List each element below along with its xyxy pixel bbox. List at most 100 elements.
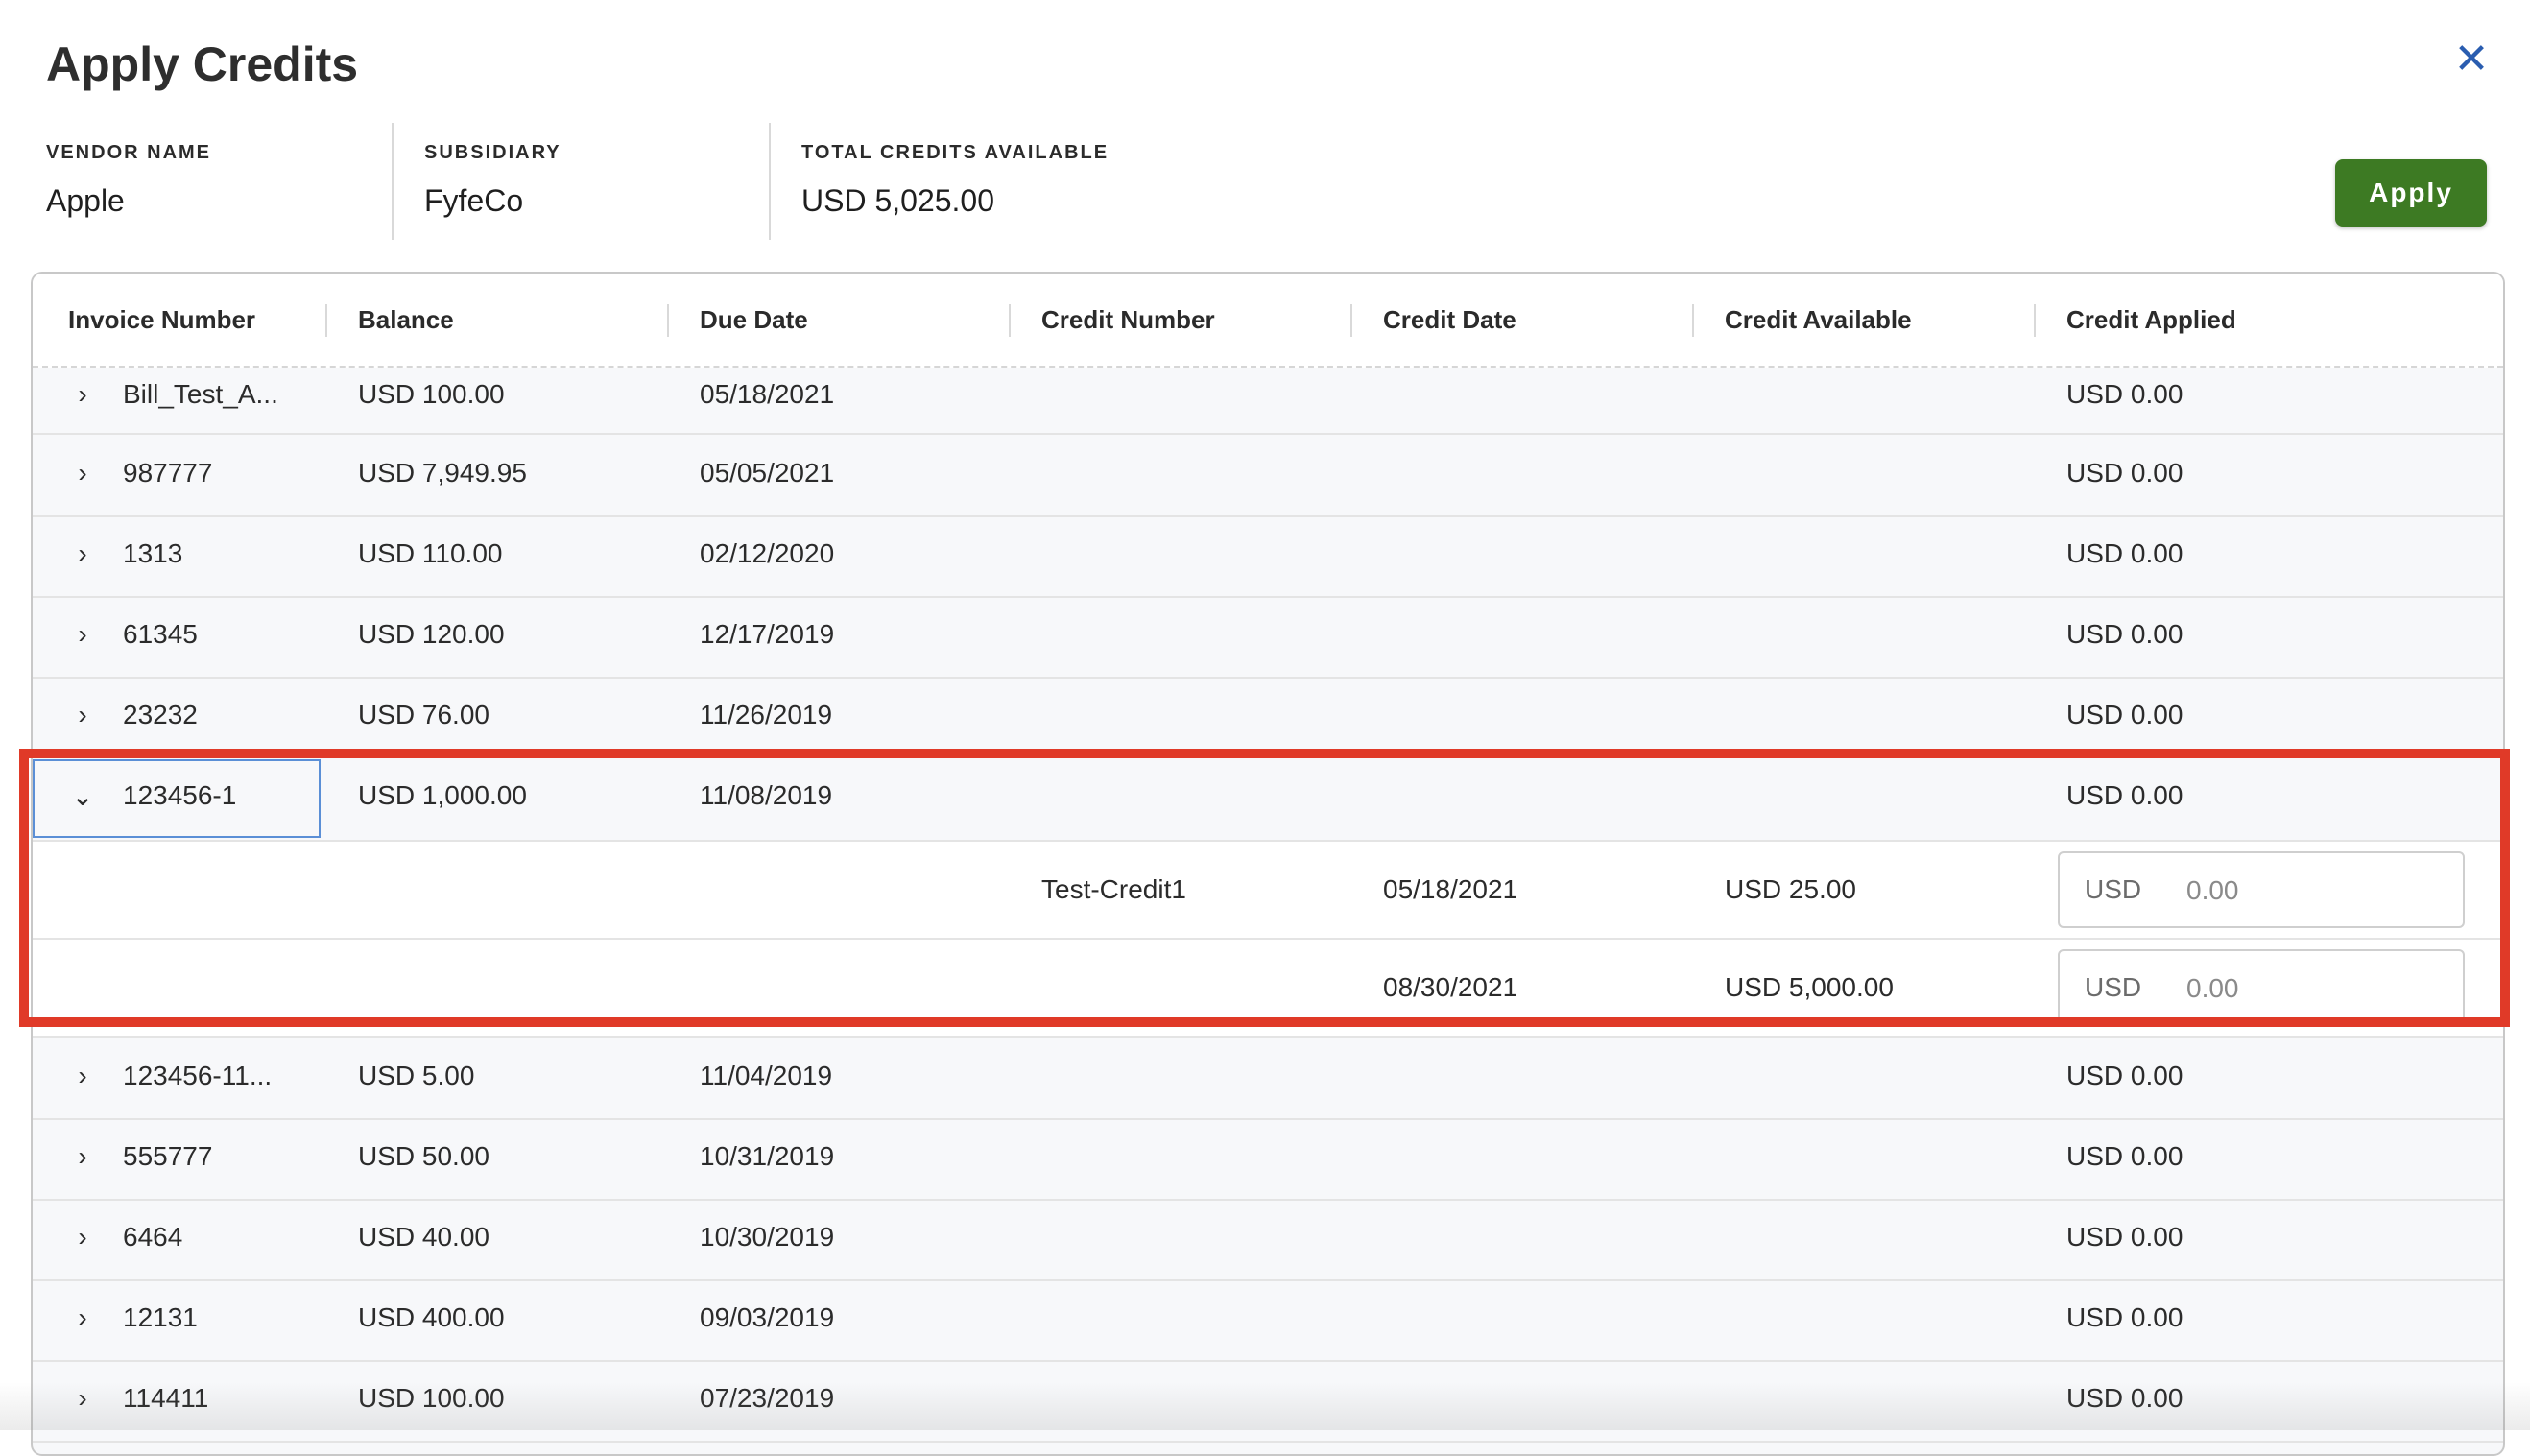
due-date: 07/23/2019: [700, 1383, 835, 1413]
balance: USD 110.00: [358, 538, 503, 568]
invoice-number: 1313: [123, 538, 183, 568]
credit-available: USD 5,000.00: [1725, 972, 1894, 1002]
subsidiary-info: SUBSIDIARY FyfeCo: [392, 123, 789, 240]
invoice-number: 123456-1: [123, 780, 237, 810]
balance: USD 1,000.00: [358, 780, 527, 810]
invoice-number: 12131: [123, 1302, 198, 1332]
column-header[interactable]: Credit Applied: [2034, 274, 2236, 366]
chevron-right-icon[interactable]: ›: [65, 1141, 100, 1176]
column-header[interactable]: Balance: [325, 274, 454, 366]
table-row[interactable]: › 123456-11... USD 5.00 11/04/2019 USD 0…: [33, 1038, 2503, 1120]
column-header[interactable]: Due Date: [667, 274, 808, 366]
credit-applied: USD 0.00: [2066, 619, 2184, 649]
table-row[interactable]: › 1313 USD 110.00 02/12/2020 USD 0.00: [33, 515, 2503, 598]
chevron-down-icon[interactable]: ⌄: [65, 780, 100, 815]
column-header[interactable]: Credit Number: [1009, 274, 1215, 366]
chevron-right-icon[interactable]: ›: [65, 538, 100, 573]
vendor-info: VENDOR NAME Apple: [46, 123, 382, 240]
table-row[interactable]: › 987777 USD 7,949.95 05/05/2021 USD 0.0…: [33, 435, 2503, 517]
chevron-right-icon[interactable]: ›: [65, 1302, 100, 1337]
apply-button[interactable]: Apply: [2335, 159, 2487, 227]
table-row[interactable]: › Bill_Test_A... USD 100.00 05/18/2021 U…: [33, 366, 2503, 435]
invoice-number: 987777: [123, 458, 213, 488]
credit-applied: USD 0.00: [2066, 1302, 2184, 1332]
vendor-value: Apple: [46, 183, 125, 218]
invoice-number: 23232: [123, 700, 198, 729]
close-icon[interactable]: ✕: [2452, 38, 2491, 81]
column-header-label: Credit Applied: [2066, 305, 2236, 334]
balance: USD 120.00: [358, 619, 505, 649]
column-header-label: Credit Date: [1383, 305, 1516, 334]
invoice-number: Bill_Test_A...: [123, 379, 278, 409]
amount-field[interactable]: [2184, 965, 2438, 1013]
due-date: 10/30/2019: [700, 1222, 835, 1252]
column-header[interactable]: Invoice Number: [68, 274, 255, 366]
subsidiary-label: SUBSIDIARY: [424, 142, 561, 163]
credit-applied: USD 0.00: [2066, 1061, 2184, 1090]
dialog-title: Apply Credits: [46, 37, 359, 91]
column-header[interactable]: Credit Date: [1350, 274, 1516, 366]
table-row[interactable]: › 114411 USD 100.00 07/23/2019 USD 0.00: [33, 1360, 2503, 1443]
credit-subrow: 08/30/2021 USD 5,000.00 USD: [33, 940, 2503, 1038]
table-row-expanded[interactable]: ⌄ 123456-1 USD 1,000.00 11/08/2019 USD 0…: [33, 757, 2503, 842]
due-date: 12/17/2019: [700, 619, 835, 649]
credit-number: Test-Credit1: [1041, 874, 1186, 904]
column-header-label: Credit Available: [1725, 305, 1912, 334]
table-row[interactable]: › 6464 USD 40.00 10/30/2019 USD 0.00: [33, 1199, 2503, 1281]
total-credits-info: TOTAL CREDITS AVAILABLE USD 5,025.00: [769, 123, 1281, 240]
credit-applied: USD 0.00: [2066, 1141, 2184, 1171]
chevron-right-icon[interactable]: ›: [65, 1383, 100, 1418]
due-date: 09/03/2019: [700, 1302, 835, 1332]
due-date: 05/05/2021: [700, 458, 835, 488]
invoice-number: 6464: [123, 1222, 183, 1252]
table-row[interactable]: › 555777 USD 50.00 10/31/2019 USD 0.00: [33, 1118, 2503, 1201]
balance: USD 100.00: [358, 379, 505, 409]
credit-available: USD 25.00: [1725, 874, 1856, 904]
total-credits-label: TOTAL CREDITS AVAILABLE: [801, 142, 1110, 163]
credit-applied: USD 0.00: [2066, 1222, 2184, 1252]
credit-applied: USD 0.00: [2066, 379, 2184, 409]
due-date: 05/18/2021: [700, 379, 835, 409]
invoice-number: 555777: [123, 1141, 213, 1171]
invoices-table: Invoice Number Balance Due Date Credit N…: [31, 272, 2505, 1456]
balance: USD 100.00: [358, 1383, 505, 1413]
balance: USD 7,949.95: [358, 458, 527, 488]
credit-applied: USD 0.00: [2066, 780, 2184, 810]
currency-label: USD: [2085, 972, 2142, 1002]
credit-applied: USD 0.00: [2066, 458, 2184, 488]
credit-applied-input[interactable]: USD: [2058, 851, 2465, 928]
balance: USD 5.00: [358, 1061, 475, 1090]
invoice-number: 123456-11...: [123, 1061, 273, 1090]
credit-applied: USD 0.00: [2066, 700, 2184, 729]
table-row[interactable]: › 12131 USD 400.00 09/03/2019 USD 0.00: [33, 1279, 2503, 1362]
chevron-right-icon[interactable]: ›: [65, 619, 100, 654]
column-header-label: Due Date: [700, 305, 808, 334]
column-header[interactable]: Credit Available: [1692, 274, 1912, 366]
due-date: 11/08/2019: [700, 780, 833, 810]
due-date: 11/04/2019: [700, 1061, 833, 1090]
column-header-label: Balance: [358, 305, 454, 334]
chevron-right-icon[interactable]: ›: [65, 1061, 100, 1095]
table-row[interactable]: › 23232 USD 76.00 11/26/2019 USD 0.00: [33, 677, 2503, 759]
column-header-label: Credit Number: [1041, 305, 1215, 334]
vendor-label: VENDOR NAME: [46, 142, 212, 163]
credit-date: 05/18/2021: [1383, 874, 1518, 904]
credit-date: 08/30/2021: [1383, 972, 1518, 1002]
amount-field[interactable]: [2184, 867, 2438, 915]
balance: USD 50.00: [358, 1141, 489, 1171]
chevron-right-icon[interactable]: ›: [65, 458, 100, 492]
invoice-number: 114411: [123, 1383, 209, 1413]
due-date: 11/26/2019: [700, 700, 833, 729]
currency-label: USD: [2085, 874, 2142, 904]
chevron-right-icon[interactable]: ›: [65, 379, 100, 414]
credit-applied-input[interactable]: USD: [2058, 949, 2465, 1026]
credit-applied: USD 0.00: [2066, 1383, 2184, 1413]
table-row[interactable]: › 61345 USD 120.00 12/17/2019 USD 0.00: [33, 596, 2503, 679]
chevron-right-icon[interactable]: ›: [65, 1222, 100, 1256]
chevron-right-icon[interactable]: ›: [65, 700, 100, 734]
table-header: Invoice Number Balance Due Date Credit N…: [33, 274, 2503, 368]
credit-applied: USD 0.00: [2066, 538, 2184, 568]
due-date: 02/12/2020: [700, 538, 835, 568]
invoice-number: 61345: [123, 619, 198, 649]
balance: USD 76.00: [358, 700, 489, 729]
